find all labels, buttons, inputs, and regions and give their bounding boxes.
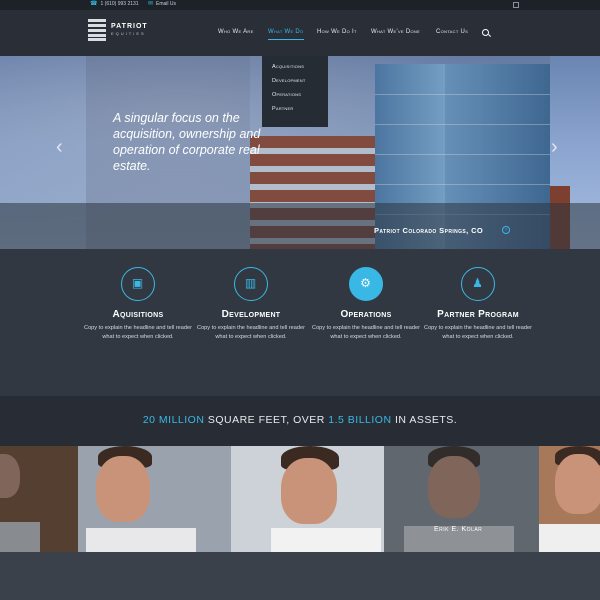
- service-title: Operations: [340, 309, 392, 320]
- hero-tagline: A singular focus on the acquisition, own…: [113, 111, 261, 173]
- phone-number: 1 (610) 993 2131: [100, 1, 139, 7]
- service-operations[interactable]: ⚙ Operations Copy to explain the headlin…: [310, 267, 422, 342]
- stats-banner: 20 MILLION SQUARE FEET, OVER 1.5 BILLION…: [0, 396, 600, 446]
- dropdown-item-partner[interactable]: Partner: [262, 106, 328, 120]
- slider-prev-icon[interactable]: ‹: [56, 136, 63, 159]
- nav-what-we-do[interactable]: What We Do: [268, 29, 303, 35]
- service-title: Development: [221, 309, 281, 320]
- email-label: Email Us: [156, 1, 177, 7]
- team-photo[interactable]: [78, 446, 231, 552]
- nav-active-indicator: [268, 39, 304, 40]
- team-photo[interactable]: [231, 446, 384, 552]
- slider-next-icon[interactable]: ›: [551, 136, 558, 159]
- stat-square-feet: 20 MILLION: [142, 414, 205, 426]
- phone-icon: ☎: [90, 1, 98, 7]
- service-desc: Copy to explain the headline and tell re…: [197, 325, 305, 340]
- what-we-do-dropdown: Acquisitions Development Operations Part…: [262, 56, 328, 127]
- service-development[interactable]: ▥ Development Copy to explain the headli…: [195, 267, 307, 342]
- main-nav: Who We Are What We Do How We Do It What …: [0, 29, 600, 41]
- share-icon[interactable]: [513, 2, 519, 8]
- service-acquisitions[interactable]: ▣ Aquisitions Copy to explain the headli…: [82, 267, 194, 342]
- dropdown-item-acquisitions[interactable]: Acquisitions: [262, 64, 328, 78]
- team-photo-erik-kolar[interactable]: [384, 446, 539, 552]
- dropdown-item-operations[interactable]: Operations: [262, 92, 328, 106]
- stats-line: 20 MILLION SQUARE FEET, OVER 1.5 BILLION…: [142, 414, 458, 426]
- dropdown-item-development[interactable]: Development: [262, 78, 328, 92]
- service-desc: Copy to explain the headline and tell re…: [424, 325, 532, 340]
- footer-section: [0, 552, 600, 600]
- service-title: Partner Program: [437, 309, 519, 320]
- email-link[interactable]: ✉ Email Us: [148, 1, 176, 7]
- hero-caption[interactable]: Patriot Colorado Springs, CO: [374, 226, 483, 235]
- services-section: ▣ Aquisitions Copy to explain the headli…: [0, 249, 600, 396]
- service-title: Aquisitions: [112, 309, 164, 320]
- gears-icon: ⚙: [349, 267, 383, 301]
- arrow-right-circle-icon[interactable]: ›: [502, 226, 510, 234]
- team-photo[interactable]: [539, 446, 600, 552]
- team-member-name: Erik E. Kolar: [434, 526, 483, 533]
- nav-what-weve-done[interactable]: What We've Done: [371, 29, 420, 35]
- team-strip: [0, 446, 600, 552]
- service-desc: Copy to explain the headline and tell re…: [84, 325, 192, 340]
- nav-contact-us[interactable]: Contact Us: [436, 29, 468, 35]
- hero-caption-bar: [0, 203, 600, 249]
- site-header: PATRIOT EQUITIES Who We Are What We Do H…: [0, 10, 600, 56]
- service-partner-program[interactable]: ♟ Partner Program Copy to explain the he…: [422, 267, 534, 342]
- service-desc: Copy to explain the headline and tell re…: [312, 325, 420, 340]
- mail-icon: ✉: [148, 1, 154, 7]
- nav-how-we-do-it[interactable]: How We Do It: [317, 29, 357, 35]
- team-photo[interactable]: [0, 446, 78, 552]
- search-icon[interactable]: [482, 29, 489, 36]
- nav-who-we-are[interactable]: Who We Are: [218, 29, 254, 35]
- stat-assets: 1.5 BILLION: [328, 414, 392, 426]
- people-icon: ♟: [461, 267, 495, 301]
- money-icon: ▣: [121, 267, 155, 301]
- utility-bar: ☎ 1 (610) 993 2131 ✉ Email Us: [0, 0, 600, 10]
- phone-link[interactable]: ☎ 1 (610) 993 2131: [90, 1, 139, 7]
- building-icon: ▥: [234, 267, 268, 301]
